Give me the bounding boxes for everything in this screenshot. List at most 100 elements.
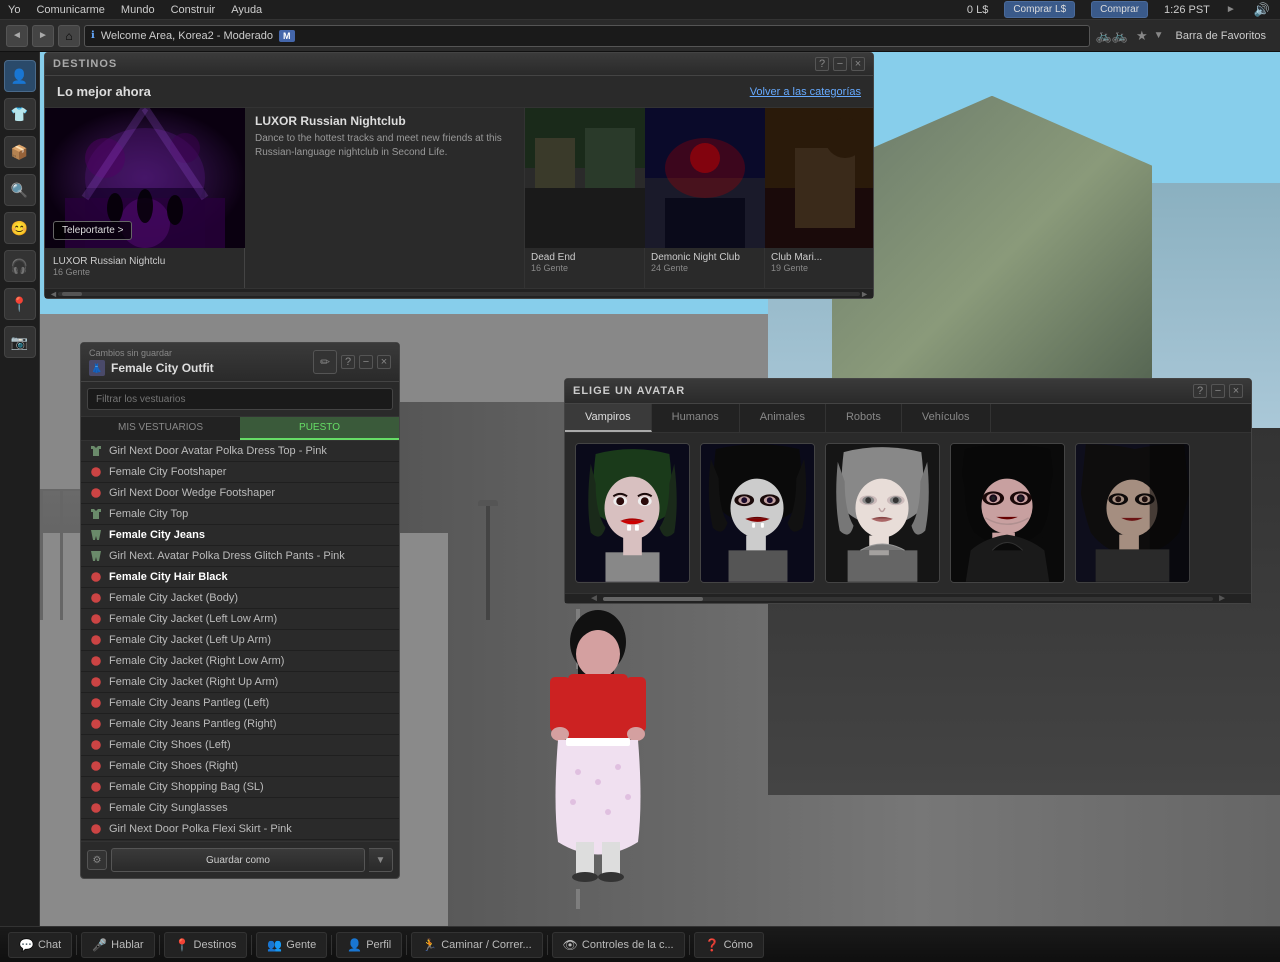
apariencia-item-icon-18 — [89, 822, 103, 836]
home-button[interactable]: ⌂ — [58, 25, 80, 47]
save-arrow-button[interactable]: ▼ — [369, 848, 393, 872]
sidebar-icon-location[interactable]: 📍 — [4, 288, 36, 320]
apariencia-item-18[interactable]: Girl Next Door Polka Flexi Skirt - Pink — [81, 819, 399, 840]
sidebar-icon-camera[interactable]: 📷 — [4, 326, 36, 358]
avatar-scroll-left[interactable]: ◄ — [585, 593, 603, 604]
avatar-card-3[interactable] — [825, 443, 940, 583]
destinos-help-button[interactable]: ? — [815, 57, 829, 71]
favorite-star-icon[interactable]: 🚲🚲 — [1096, 28, 1128, 44]
apariencia-item-11[interactable]: Female City Jacket (Right Up Arm) — [81, 672, 399, 693]
menu-comunicarme[interactable]: Comunicarme — [36, 4, 104, 16]
tab-puesto[interactable]: PUESTO — [240, 417, 399, 440]
destinos-titlebar: DESTINOS ? − × — [45, 53, 873, 76]
forward-button[interactable]: ► — [32, 25, 54, 47]
apariencia-item-9[interactable]: Female City Jacket (Left Up Arm) — [81, 630, 399, 651]
audio-icon[interactable]: 🔊 — [1254, 2, 1270, 18]
apariencia-footer: ⚙ Guardar como ▼ — [81, 841, 399, 878]
apariencia-item-12[interactable]: Female City Jeans Pantleg (Left) — [81, 693, 399, 714]
apariencia-item-13[interactable]: Female City Jeans Pantleg (Right) — [81, 714, 399, 735]
taskbar-hablar[interactable]: 🎤 Hablar — [81, 932, 154, 958]
apariencia-item-2[interactable]: Girl Next Door Wedge Footshaper — [81, 483, 399, 504]
apariencia-item-0[interactable]: Girl Next Door Avatar Polka Dress Top - … — [81, 441, 399, 462]
tab-robots[interactable]: Robots — [826, 404, 902, 432]
right-arrow-icon[interactable]: ► — [1226, 4, 1236, 15]
apariencia-help-button[interactable]: ? — [341, 355, 355, 369]
apariencia-item-1[interactable]: Female City Footshaper — [81, 462, 399, 483]
menu-mundo[interactable]: Mundo — [121, 4, 155, 16]
apariencia-close-button[interactable]: × — [377, 355, 391, 369]
dest-small-3[interactable]: Club Mari... 19 Gente — [765, 108, 873, 288]
apariencia-item-label-8: Female City Jacket (Left Low Arm) — [109, 613, 277, 625]
sidebar-icon-clothing[interactable]: 👕 — [4, 98, 36, 130]
apariencia-item-15[interactable]: Female City Shoes (Right) — [81, 756, 399, 777]
apariencia-item-label-7: Female City Jacket (Body) — [109, 592, 238, 604]
sidebar-icon-profile[interactable]: 😊 — [4, 212, 36, 244]
tab-vampiros[interactable]: Vampiros — [565, 404, 652, 432]
menu-yo[interactable]: Yo — [8, 4, 20, 16]
edit-outfit-button[interactable]: ✏ — [313, 350, 337, 374]
apariencia-item-4[interactable]: Female City Jeans — [81, 525, 399, 546]
tab-animales[interactable]: Animales — [740, 404, 826, 432]
caminar-label: Caminar / Correr... — [441, 939, 531, 951]
avatar-card-1[interactable] — [575, 443, 690, 583]
menu-construir[interactable]: Construir — [171, 4, 216, 16]
dropdown-arrow-icon[interactable]: ▼ — [1154, 30, 1164, 41]
teleport-button[interactable]: Teleportarte > — [53, 221, 132, 240]
avatar-scroll-track[interactable] — [603, 597, 1213, 601]
buy-currency-button[interactable]: Comprar L$ — [1004, 1, 1075, 18]
taskbar-gente[interactable]: 👥 Gente — [256, 932, 327, 958]
taskbar-como[interactable]: ❓ Cómo — [694, 932, 764, 958]
apariencia-item-17[interactable]: Female City Sunglasses — [81, 798, 399, 819]
taskbar-sep-6 — [547, 935, 548, 955]
avatar-help-button[interactable]: ? — [1193, 384, 1207, 398]
avatar-card-2[interactable] — [700, 443, 815, 583]
destinos-minimize-button[interactable]: − — [833, 57, 847, 71]
apariencia-item-6[interactable]: Female City Hair Black — [81, 567, 399, 588]
apariencia-item-10[interactable]: Female City Jacket (Right Low Arm) — [81, 651, 399, 672]
destinos-close-button[interactable]: × — [851, 57, 865, 71]
taskbar-destinos[interactable]: 📍 Destinos — [164, 932, 248, 958]
taskbar-perfil[interactable]: 👤 Perfil — [336, 932, 402, 958]
buy-button[interactable]: Comprar — [1091, 1, 1148, 18]
avatar-minimize-button[interactable]: − — [1211, 384, 1225, 398]
dest-small-2[interactable]: Demonic Night Club 24 Gente — [645, 108, 765, 288]
taskbar-chat[interactable]: 💬 Chat — [8, 932, 72, 958]
sidebar-icon-inventory[interactable]: 📦 — [4, 136, 36, 168]
save-as-button[interactable]: Guardar como — [111, 848, 365, 872]
scroll-right-arrow[interactable]: ► — [860, 289, 869, 299]
vestuarios-search-input[interactable] — [87, 388, 393, 410]
scroll-track[interactable] — [58, 292, 860, 296]
avatar-scroll-right[interactable]: ► — [1213, 593, 1231, 604]
taskbar-caminar[interactable]: 🏃 Caminar / Correr... — [411, 932, 542, 958]
avatar-close-button[interactable]: × — [1229, 384, 1243, 398]
tab-vehiculos[interactable]: Vehículos — [902, 404, 991, 432]
avatar-card-5[interactable] — [1075, 443, 1190, 583]
sidebar-icon-people[interactable]: 👤 — [4, 60, 36, 92]
apariencia-item-3[interactable]: Female City Top — [81, 504, 399, 525]
apariencia-item-7[interactable]: Female City Jacket (Body) — [81, 588, 399, 609]
apariencia-item-16[interactable]: Female City Shopping Bag (SL) — [81, 777, 399, 798]
back-button[interactable]: ◄ — [6, 25, 28, 47]
taskbar-controles[interactable]: 👁 Controles de la c... — [552, 932, 685, 958]
avatar-card-4[interactable] — [950, 443, 1065, 583]
bookmarks-label: Barra de Favoritos — [1168, 30, 1274, 42]
sidebar-icon-voice[interactable]: 🎧 — [4, 250, 36, 282]
apariencia-item-14[interactable]: Female City Shoes (Left) — [81, 735, 399, 756]
url-bar[interactable]: ℹ Welcome Area, Korea2 - Moderado M — [84, 25, 1090, 47]
apariencia-minimize-button[interactable]: − — [359, 355, 373, 369]
currency-display: 0 L$ — [967, 4, 988, 16]
apariencia-item-5[interactable]: Girl Next. Avatar Polka Dress Glitch Pan… — [81, 546, 399, 567]
menu-ayuda[interactable]: Ayuda — [231, 4, 262, 16]
tab-mis-vestuarios[interactable]: MIS VESTUARIOS — [81, 417, 240, 440]
tab-humanos[interactable]: Humanos — [652, 404, 740, 432]
destinos-featured-image[interactable]: Teleportarte > — [45, 108, 245, 248]
bookmark-star-icon[interactable]: ★ — [1136, 28, 1148, 44]
featured-description: Dance to the hottest tracks and meet new… — [255, 132, 514, 160]
destinos-back-link[interactable]: Volver a las categorías — [750, 86, 861, 98]
settings-icon-button[interactable]: ⚙ — [87, 850, 107, 870]
dest-small-count-2: 24 Gente — [651, 263, 758, 273]
apariencia-item-8[interactable]: Female City Jacket (Left Low Arm) — [81, 609, 399, 630]
sidebar-icon-search[interactable]: 🔍 — [4, 174, 36, 206]
dest-small-1[interactable]: Dead End 16 Gente — [525, 108, 645, 288]
scroll-left-arrow[interactable]: ◄ — [49, 289, 58, 299]
